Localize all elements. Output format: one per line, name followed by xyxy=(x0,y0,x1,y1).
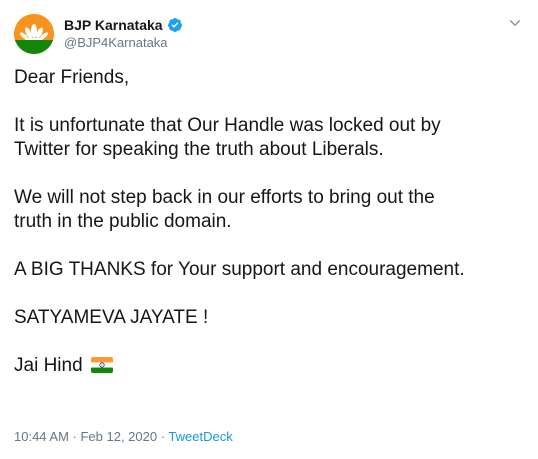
tweet-paragraph-3: A BIG THANKS for Your support and encour… xyxy=(14,259,465,280)
tweet-paragraph-4: SATYAMEVA JAYATE ! xyxy=(14,307,209,328)
india-flag-icon xyxy=(90,357,113,373)
tweet-signoff-row: Jai Hind xyxy=(14,354,524,378)
chevron-down-icon[interactable] xyxy=(506,14,524,32)
tweet-signoff: Jai Hind xyxy=(14,355,83,376)
avatar[interactable] xyxy=(14,14,54,54)
source-link[interactable]: TweetDeck xyxy=(168,429,232,444)
handle[interactable]: @BJP4Karnataka xyxy=(64,34,183,52)
tweet-header: BJP Karnataka @BJP4Karnataka xyxy=(14,14,524,54)
tweet-paragraph-1: It is unfortunate that Our Handle was lo… xyxy=(14,115,441,160)
author-names: BJP Karnataka @BJP4Karnataka xyxy=(64,16,183,52)
tweet-paragraph-2: We will not step back in our efforts to … xyxy=(14,187,435,232)
tweet-greeting: Dear Friends, xyxy=(14,67,130,88)
bjp-lotus-logo-icon xyxy=(14,14,54,54)
tweet-meta: 10:44 AM · Feb 12, 2020 · TweetDeck xyxy=(14,428,233,446)
tweet-card: BJP Karnataka @BJP4Karnataka Dear Friend… xyxy=(0,0,538,459)
display-name-row: BJP Karnataka xyxy=(64,16,183,34)
verified-badge-icon xyxy=(167,18,182,32)
tweet-body: Dear Friends, It is unfortunate that Our… xyxy=(14,66,524,378)
meta-separator: · xyxy=(157,429,169,444)
display-name[interactable]: BJP Karnataka xyxy=(64,16,163,34)
timestamp[interactable]: 10:44 AM · Feb 12, 2020 xyxy=(14,429,157,444)
